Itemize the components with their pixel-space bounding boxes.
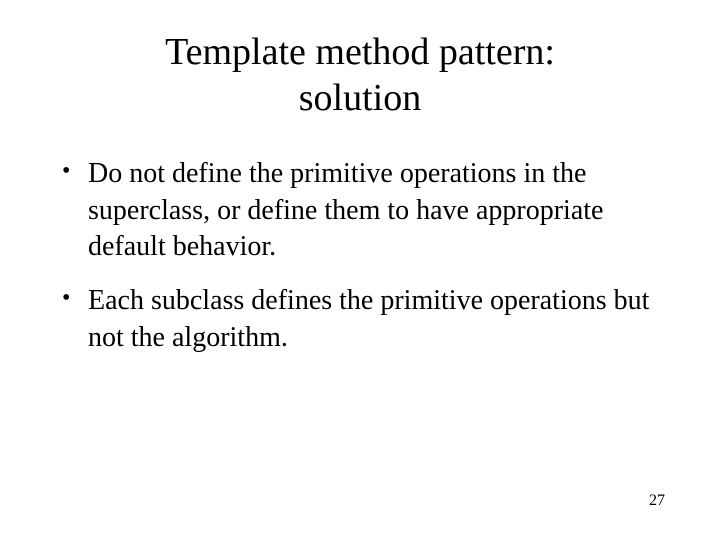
bullet-item: Do not define the primitive operations i… bbox=[60, 156, 670, 265]
title-line-2: solution bbox=[299, 77, 421, 119]
bullet-item: Each subclass defines the primitive oper… bbox=[60, 283, 670, 356]
title-line-1: Template method pattern: bbox=[165, 31, 555, 73]
bullet-list: Do not define the primitive operations i… bbox=[50, 156, 670, 356]
slide-title: Template method pattern: solution bbox=[50, 30, 670, 121]
page-number: 27 bbox=[649, 492, 665, 510]
